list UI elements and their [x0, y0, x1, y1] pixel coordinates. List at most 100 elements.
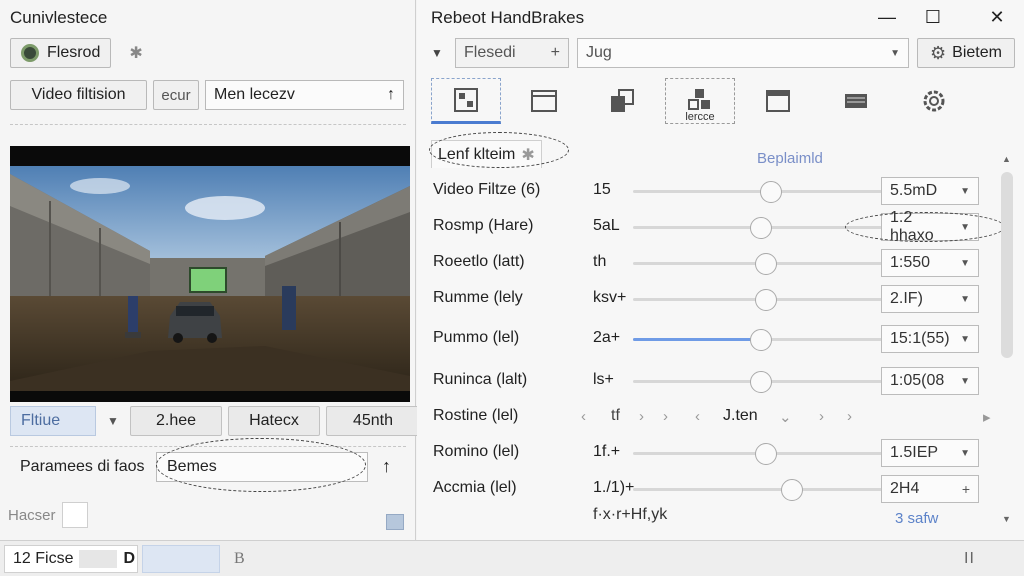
chevron-right-icon[interactable]: ›	[639, 408, 644, 425]
jug-value: Jug	[586, 44, 612, 61]
mode-field[interactable]: Men lecezv ↑	[205, 80, 404, 110]
row-select[interactable]: 1.2 hhaxo ▼	[881, 209, 979, 244]
video-filter-button[interactable]: Video filtision	[10, 80, 147, 110]
scroll-up-icon[interactable]: ▲	[1002, 154, 1011, 164]
maximize-icon[interactable]: ☐	[913, 4, 953, 30]
row-select[interactable]: 5.5mD ▼	[881, 177, 979, 205]
add-preset-icon[interactable]: +	[551, 44, 560, 62]
filter-row-8: Accmia (lel) 1./1)+ 2H4 +	[433, 472, 1001, 506]
haser-checkbox[interactable]	[61, 502, 88, 528]
minimize-icon[interactable]: —	[867, 4, 907, 30]
tag-button-1[interactable]: 2.hee	[130, 406, 222, 436]
row-label: Pummo (lel)	[433, 329, 520, 346]
params-row: Paramees di faos Bemes ↑	[10, 446, 406, 486]
row-slider[interactable]	[633, 181, 889, 203]
row-slider[interactable]	[633, 289, 889, 311]
play-arrow-icon[interactable]: ▸	[983, 408, 991, 426]
up-arrow-icon[interactable]: ↑	[387, 86, 395, 104]
row-slider[interactable]	[633, 479, 889, 501]
chevron-down-icon[interactable]: ⌄	[779, 408, 792, 426]
chevron-right-icon[interactable]: ›	[819, 408, 824, 425]
tool-window[interactable]	[743, 78, 813, 124]
row-slider[interactable]	[633, 443, 889, 465]
pause-icon[interactable]: II	[964, 550, 975, 568]
footer-link[interactable]: 3 safw	[895, 510, 938, 527]
params-input[interactable]: Bemes	[156, 451, 368, 482]
tool-stack[interactable]	[821, 78, 891, 124]
row-select[interactable]: 2H4 +	[881, 475, 979, 503]
tool-settings[interactable]	[899, 78, 969, 124]
filter-row-7: Romino (lel) 1f.+ 1.5IEP ▼	[433, 436, 1001, 470]
up-arrow-icon[interactable]: ↑	[382, 456, 391, 477]
row-select[interactable]: 1:550 ▼	[881, 249, 979, 277]
vertical-scrollbar[interactable]: ▲ ▼	[999, 152, 1015, 530]
footer-hint: f·x·r+Hf,yk	[593, 506, 668, 523]
icon-tooltip: lercce	[685, 111, 715, 123]
chevron-left-icon[interactable]: ‹	[695, 408, 700, 425]
scroll-thumb[interactable]	[1001, 172, 1013, 358]
row-select-value: 2.IF)	[890, 290, 923, 307]
row-slider[interactable]	[633, 371, 889, 393]
tab-star-icon: ✱	[521, 146, 535, 164]
tool-blocks[interactable]: lercce	[665, 78, 735, 124]
row-slider[interactable]	[633, 329, 889, 351]
slider-knob[interactable]	[750, 371, 772, 393]
sub-label-link[interactable]: Beplaimld	[757, 150, 823, 167]
star-icon[interactable]: ✱	[129, 43, 142, 63]
row-select-value: 1:05(08	[890, 372, 945, 389]
preset-select[interactable]: Flesedi +	[455, 38, 569, 68]
filter-select[interactable]: Fltiue	[10, 406, 96, 436]
slider-knob[interactable]	[750, 329, 772, 351]
slider-knob[interactable]	[755, 253, 778, 275]
slider-knob[interactable]	[780, 479, 803, 501]
chevron-left-icon[interactable]: ‹	[581, 408, 586, 425]
chevron-down-icon: ▼	[960, 221, 970, 233]
close-icon[interactable]: ✕	[977, 4, 1017, 30]
tag-button-2[interactable]: Hatecx	[228, 406, 320, 436]
nav-center-value: J.ten	[723, 407, 758, 424]
nav-row: Rostine (lel) ‹ tf › › ‹ J.ten ⌄ › › ▸	[433, 400, 1001, 434]
bietem-button[interactable]: ⚙ Bietem	[917, 38, 1015, 68]
left-pane: Cunivlestece Flesrod ✱ Video filtision e…	[0, 0, 420, 540]
filter-tag-row: Fltiue ▼ 2.hee Hatecx 45nth	[10, 406, 420, 436]
row-slider[interactable]	[633, 217, 889, 239]
status-b-label: B	[234, 550, 245, 567]
presets-label: Flesrod	[47, 44, 101, 61]
row-select-value: 2H4	[890, 480, 920, 497]
row-label: Rostine (lel)	[433, 407, 519, 424]
row-select[interactable]: 1:05(08 ▼	[881, 367, 979, 395]
mode-field-value: Men lecezv	[214, 86, 295, 103]
settings-gear-icon	[923, 90, 945, 112]
jug-select[interactable]: Jug ▼	[577, 38, 909, 68]
row-select-value: 1:550	[890, 254, 931, 271]
row-label: Accmia (lel)	[433, 479, 517, 496]
row-select[interactable]: 15:1(55) ▼	[881, 325, 979, 353]
stepper-plus-icon[interactable]: +	[962, 481, 970, 497]
scroll-down-icon[interactable]: ▼	[1002, 514, 1011, 524]
tool-page[interactable]	[509, 78, 579, 124]
slider-knob[interactable]	[755, 289, 778, 311]
ecur-button[interactable]: ecur	[153, 80, 199, 110]
status-field[interactable]: 12 Ficse D	[4, 545, 138, 573]
row-value: 2a+	[593, 329, 621, 346]
chevron-right-icon[interactable]: ›	[663, 408, 668, 425]
row-select[interactable]: 2.IF) ▼	[881, 285, 979, 313]
row-select-value: 15:1(55)	[890, 330, 950, 347]
tag-button-3[interactable]: 45nth	[326, 406, 420, 436]
bietem-label: Bietem	[952, 44, 1002, 61]
chevron-down-icon: ▼	[960, 293, 970, 305]
chevron-right-icon[interactable]: ›	[847, 408, 852, 425]
resize-icon[interactable]	[386, 514, 404, 530]
tool-layers[interactable]	[587, 78, 657, 124]
slider-knob[interactable]	[755, 443, 778, 465]
row-select[interactable]: 1.5IEP ▼	[881, 439, 979, 467]
row-label: Roeetlo (latt)	[433, 253, 525, 270]
triangle-down-icon[interactable]: ▼	[431, 46, 447, 60]
row-slider[interactable]	[633, 253, 889, 275]
slider-knob[interactable]	[760, 181, 783, 203]
presets-button[interactable]: Flesrod	[10, 38, 112, 68]
filter-tab[interactable]: Lenf klteim ✱	[431, 140, 542, 168]
tool-filters[interactable]	[431, 78, 501, 124]
slider-knob[interactable]	[750, 217, 772, 239]
chevron-down-icon[interactable]: ▼	[102, 414, 124, 428]
